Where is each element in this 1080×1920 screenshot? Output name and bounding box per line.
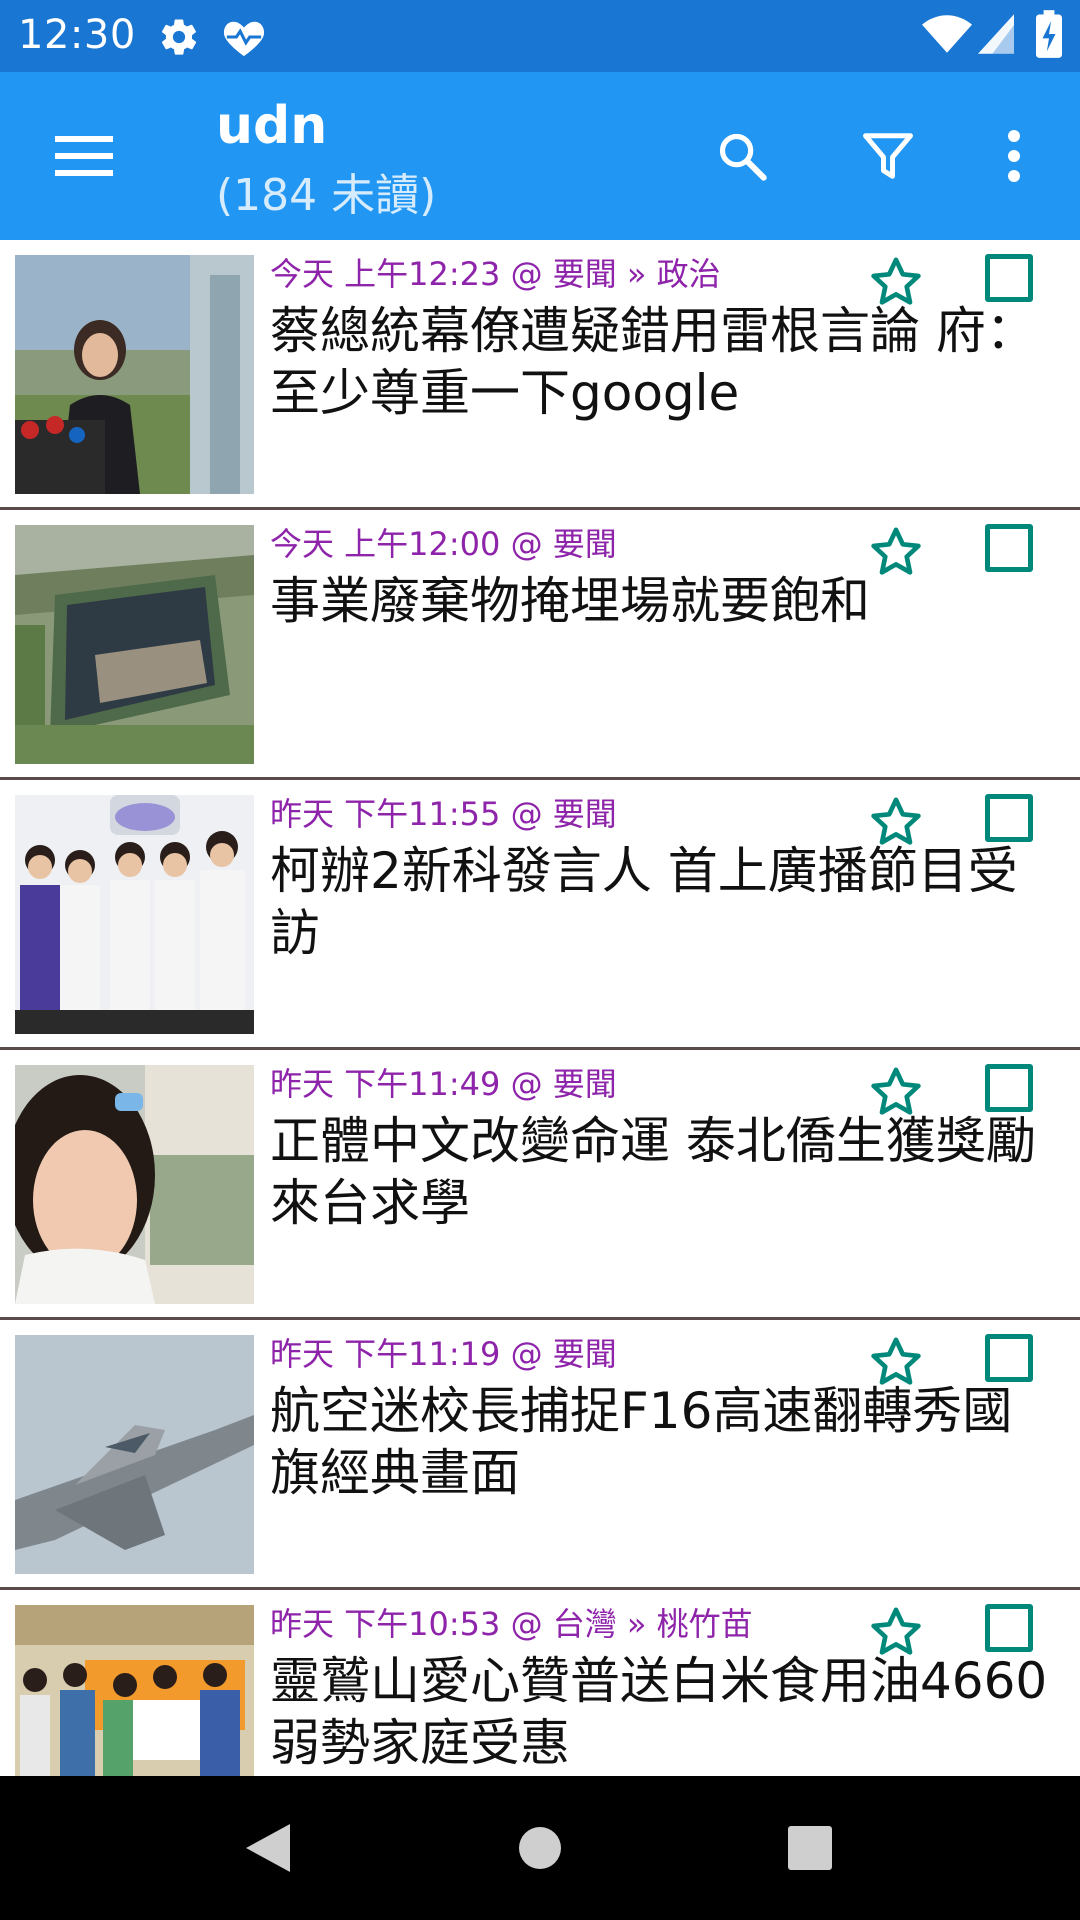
status-time: 12:30 (18, 12, 136, 58)
menu-icon[interactable] (34, 106, 134, 206)
article-meta: 今天 上午12:23 @ 要聞 » 政治 (270, 255, 721, 293)
star-icon[interactable] (868, 1604, 924, 1660)
navigation-bar (0, 1776, 1080, 1920)
unread-count: (184 未讀) (216, 170, 437, 221)
article-thumbnail (15, 795, 254, 1034)
mark-read-checkbox[interactable] (985, 1064, 1033, 1112)
mark-read-checkbox[interactable] (985, 1604, 1033, 1652)
mark-read-checkbox[interactable] (985, 1334, 1033, 1382)
article-meta: 昨天 下午11:55 @ 要聞 (270, 795, 617, 833)
back-icon[interactable] (232, 1812, 304, 1884)
article-thumbnail (15, 1605, 254, 1776)
article-headline[interactable]: 蔡總統幕僚遭疑錯用雷根言論 府：至少尊重一下google (270, 300, 1060, 424)
star-icon[interactable] (868, 1334, 924, 1390)
search-icon[interactable] (692, 106, 792, 206)
health-heart-icon (220, 16, 268, 62)
article-headline[interactable]: 事業廢棄物掩埋場就要飽和 (270, 570, 1060, 632)
article-headline[interactable]: 航空迷校長捕捉F16高速翻轉秀國旗經典畫面 (270, 1380, 1060, 1504)
app-bar: udn (184 未讀) (0, 72, 1080, 240)
star-icon[interactable] (868, 794, 924, 850)
article-thumbnail (15, 255, 254, 494)
mark-read-checkbox[interactable] (985, 794, 1033, 842)
list-item[interactable]: 昨天 下午11:49 @ 要聞 正體中文改變命運 泰北僑生獲獎勵來台求學 (0, 1050, 1080, 1320)
more-vert-icon[interactable] (964, 106, 1064, 206)
app-title: udn (216, 96, 328, 156)
article-meta: 昨天 下午10:53 @ 台灣 » 桃竹苗 (270, 1605, 753, 1643)
list-item[interactable]: 昨天 下午10:53 @ 台灣 » 桃竹苗 靈鷲山愛心贊普送白米食用油4660弱… (0, 1590, 1080, 1776)
filter-icon[interactable] (838, 106, 938, 206)
article-thumbnail (15, 1335, 254, 1574)
settings-icon (158, 16, 200, 62)
wifi-icon (922, 12, 972, 60)
news-feed[interactable]: 今天 上午12:23 @ 要聞 » 政治 蔡總統幕僚遭疑錯用雷根言論 府：至少尊… (0, 240, 1080, 1776)
list-item[interactable]: 今天 上午12:00 @ 要聞 事業廢棄物掩埋場就要飽和 (0, 510, 1080, 780)
star-icon[interactable] (868, 1064, 924, 1120)
article-headline[interactable]: 柯辦2新科發言人 首上廣播節目受訪 (270, 840, 1060, 964)
recents-icon[interactable] (774, 1812, 846, 1884)
mark-read-checkbox[interactable] (985, 524, 1033, 572)
mark-read-checkbox[interactable] (985, 254, 1033, 302)
article-meta: 今天 上午12:00 @ 要聞 (270, 525, 617, 563)
article-meta: 昨天 下午11:19 @ 要聞 (270, 1335, 617, 1373)
article-meta: 昨天 下午11:49 @ 要聞 (270, 1065, 617, 1103)
list-item[interactable]: 昨天 下午11:55 @ 要聞 柯辦2新科發言人 首上廣播節目受訪 (0, 780, 1080, 1050)
article-thumbnail (15, 1065, 254, 1304)
home-icon[interactable] (504, 1812, 576, 1884)
article-headline[interactable]: 正體中文改變命運 泰北僑生獲獎勵來台求學 (270, 1110, 1060, 1234)
cell-signal-icon (978, 12, 1014, 60)
article-thumbnail (15, 525, 254, 764)
star-icon[interactable] (868, 254, 924, 310)
article-headline[interactable]: 靈鷲山愛心贊普送白米食用油4660弱勢家庭受惠 (270, 1650, 1060, 1774)
star-icon[interactable] (868, 524, 924, 580)
status-bar: 12:30 (0, 0, 1080, 72)
battery-charging-icon (1036, 10, 1062, 62)
list-item[interactable]: 今天 上午12:23 @ 要聞 » 政治 蔡總統幕僚遭疑錯用雷根言論 府：至少尊… (0, 240, 1080, 510)
list-item[interactable]: 昨天 下午11:19 @ 要聞 航空迷校長捕捉F16高速翻轉秀國旗經典畫面 (0, 1320, 1080, 1590)
